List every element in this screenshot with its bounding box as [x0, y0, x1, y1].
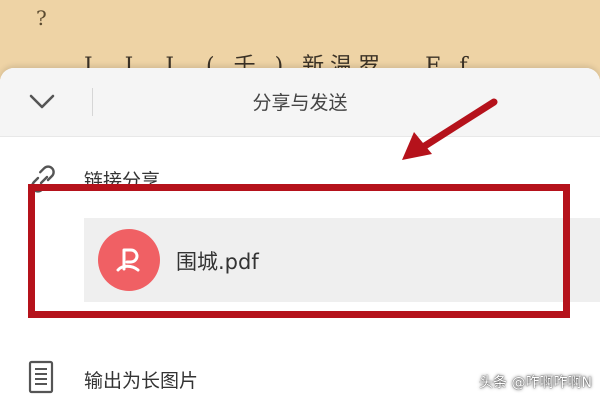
annotation-arrow-icon [402, 98, 498, 160]
highlight-annotation-box [28, 184, 570, 318]
sheet-header: 分享与发送 [0, 68, 600, 137]
watermark: 头条 @咋啊咋啊N [479, 375, 592, 391]
sheet-title: 分享与发送 [252, 92, 348, 114]
export-long-image-label: 输出为长图片 [84, 370, 199, 392]
document-question-mark: ? [36, 6, 47, 30]
long-image-icon [28, 360, 54, 394]
